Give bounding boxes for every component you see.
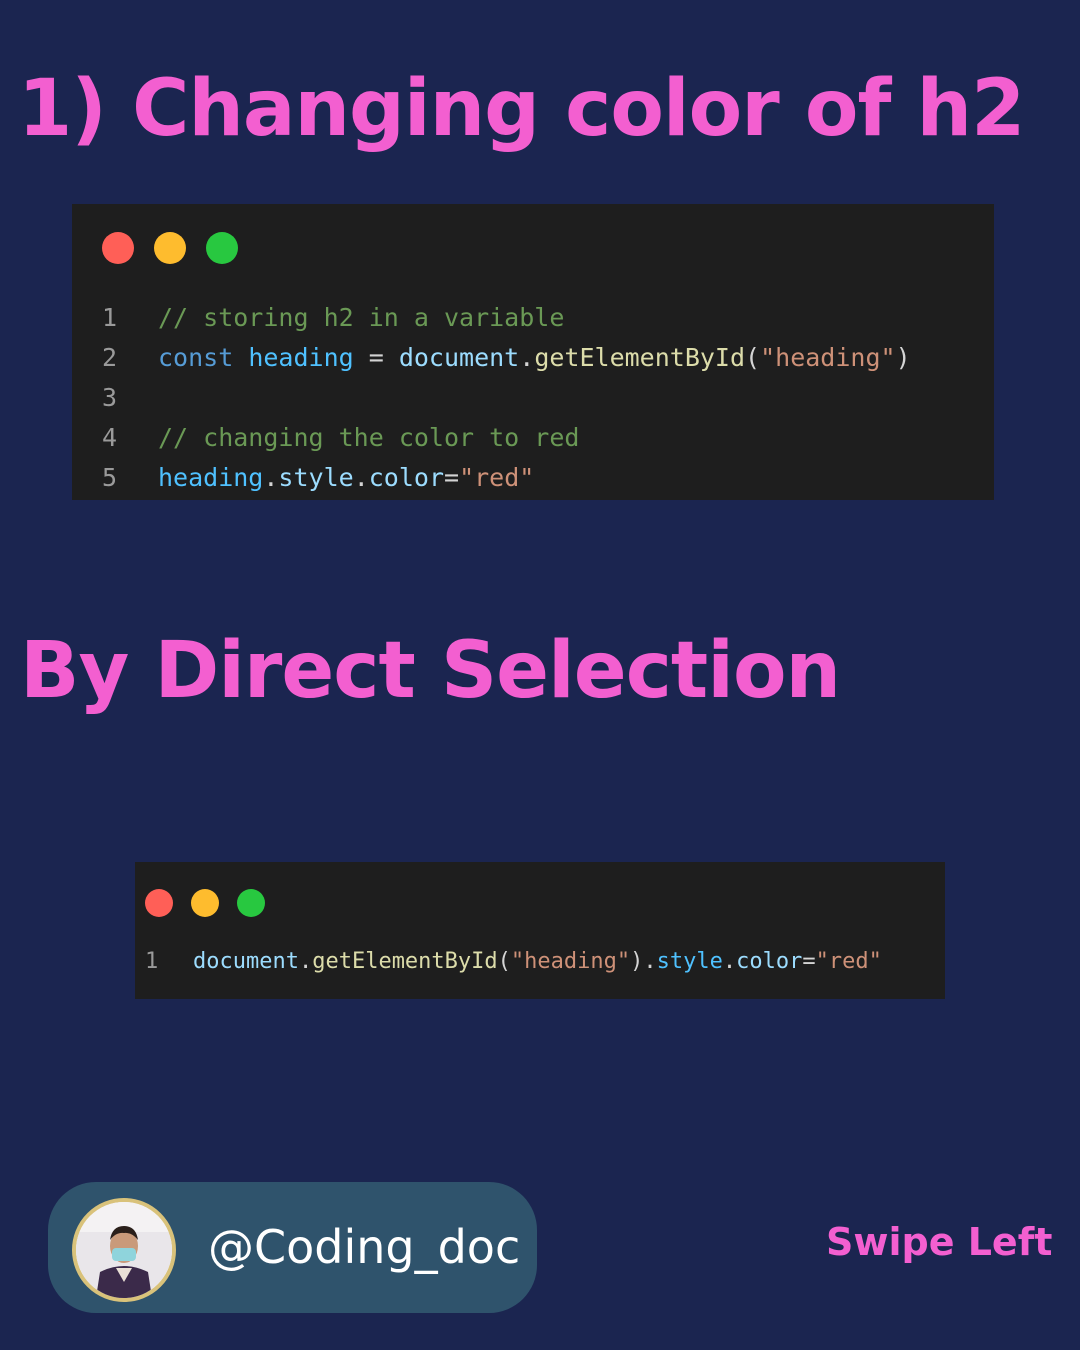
- minimize-dot-icon: [191, 889, 219, 917]
- section-heading: By Direct Selection: [20, 626, 841, 716]
- line-number: 1: [102, 303, 118, 332]
- code-token: "red": [815, 949, 882, 974]
- code-token: =: [444, 463, 460, 492]
- code-lines: 1 // storing h2 in a variable 2 const headi…: [102, 298, 911, 498]
- code-token: style: [656, 949, 723, 974]
- code-token: document: [398, 343, 520, 372]
- code-token: .: [722, 949, 737, 974]
- code-token: (: [745, 343, 761, 372]
- minimize-dot-icon: [154, 232, 186, 264]
- profile-badge[interactable]: @Coding_doc: [48, 1182, 537, 1313]
- code-window-direct: 1 document. getElementById("heading"). styl…: [135, 862, 945, 999]
- code-token: .: [519, 343, 535, 372]
- code-token: (: [497, 949, 511, 974]
- code-token: "heading": [510, 949, 631, 974]
- maximize-dot-icon: [206, 232, 238, 264]
- code-token: .: [298, 949, 313, 974]
- code-line: 2 const heading = document. getElementById…: [102, 338, 911, 378]
- code-line: 1 // storing h2 in a variable: [102, 298, 911, 338]
- code-token: const: [158, 343, 249, 372]
- code-line: 4 // changing the color to red: [102, 418, 911, 458]
- code-token: color: [368, 463, 445, 492]
- profile-handle[interactable]: @Coding_doc: [208, 1220, 520, 1274]
- profile-photo-icon: [76, 1202, 172, 1298]
- code-window: 1 // storing h2 in a variable 2 const headi…: [72, 204, 994, 500]
- code-token: style: [278, 463, 354, 492]
- code-token: color: [736, 949, 803, 974]
- line-number: 4: [102, 423, 118, 452]
- line-number: 5: [102, 463, 118, 492]
- window-controls: [102, 232, 238, 264]
- code-token: "heading": [760, 343, 896, 372]
- close-dot-icon: [102, 232, 134, 264]
- code-line: 3: [102, 378, 911, 418]
- line-number: 3: [102, 383, 118, 412]
- code-token: heading: [158, 463, 264, 492]
- line-number: 1: [145, 949, 159, 974]
- slide-title: 1) Changing color of h2: [18, 64, 1025, 154]
- code-token: getElementById: [534, 343, 746, 372]
- code-token: // storing h2 in a variable: [158, 303, 565, 332]
- code-token: .: [353, 463, 369, 492]
- swipe-left-hint: Swipe Left: [826, 1220, 1053, 1264]
- code-line: 1 document. getElementById("heading"). styl…: [145, 946, 882, 978]
- window-controls: [145, 889, 265, 917]
- close-dot-icon: [145, 889, 173, 917]
- code-token: .: [263, 463, 279, 492]
- maximize-dot-icon: [237, 889, 265, 917]
- code-token: =: [353, 343, 399, 372]
- code-token: getElementById: [312, 949, 498, 974]
- code-token: document: [193, 949, 299, 974]
- code-token: ): [895, 343, 911, 372]
- code-token: "red": [459, 463, 535, 492]
- code-lines: 1 document. getElementById("heading"). styl…: [145, 946, 882, 978]
- code-token: =: [802, 949, 816, 974]
- avatar[interactable]: [72, 1198, 176, 1302]
- line-number: 2: [102, 343, 118, 372]
- code-line: 5 heading. style. color = "red": [102, 458, 911, 498]
- code-token: ).: [630, 949, 657, 974]
- code-token: heading: [248, 343, 354, 372]
- code-token: // changing the color to red: [158, 423, 580, 452]
